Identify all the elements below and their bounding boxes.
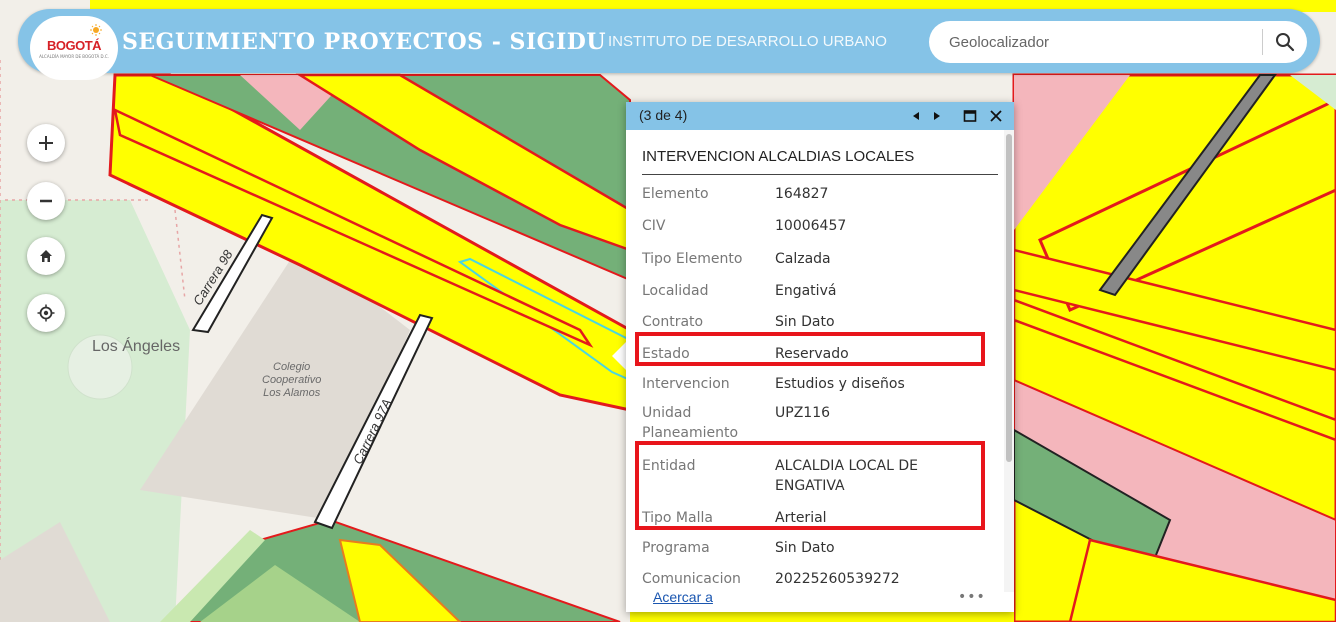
school-label-line1: Colegio (273, 361, 311, 373)
maximize-button[interactable] (963, 107, 977, 125)
search-divider (1262, 29, 1263, 55)
attribute-value: Engativá (775, 283, 837, 299)
search-input[interactable] (949, 29, 1249, 55)
zoom-out-button[interactable] (27, 182, 65, 220)
attribute-key: Tipo Elemento (642, 251, 743, 267)
sun-icon (90, 24, 102, 36)
app-subtitle: INSTITUTO DE DESARROLLO URBANO (608, 33, 887, 50)
previous-feature-button[interactable] (911, 107, 921, 125)
attribute-key: Elemento (642, 186, 709, 202)
zoom-in-button[interactable] (27, 124, 65, 162)
close-button[interactable] (989, 107, 1003, 125)
attribute-key: Programa (642, 540, 710, 556)
popup-feature-count: (3 de 4) (639, 107, 688, 123)
popup-scrollbar-thumb[interactable] (1006, 134, 1012, 462)
triangle-left-icon (913, 112, 919, 120)
attribute-key: Intervencion (642, 376, 730, 392)
app-title: SEGUIMIENTO PROYECTOS - SIGIDU (122, 29, 607, 55)
popup-pointer (612, 342, 626, 370)
school-label: Colegio Cooperativo Los Alamos (262, 361, 321, 400)
attribute-key: Comunicacion (642, 571, 741, 587)
target-icon (37, 304, 55, 322)
attribute-key: CIV (642, 218, 666, 234)
maximize-icon (963, 110, 977, 122)
more-actions-button[interactable]: ••• (958, 589, 986, 605)
logo-subtext: ALCALDÍA MAYOR DE BOGOTÁ D.C. (39, 53, 109, 59)
plus-icon (39, 136, 53, 150)
home-button[interactable] (27, 237, 65, 275)
logo-text: BOGOTÁ (46, 37, 102, 53)
triangle-right-icon (934, 112, 940, 120)
popup-title: INTERVENCION ALCALDIAS LOCALES (642, 148, 998, 175)
zoom-to-link[interactable]: Acercar a (653, 589, 713, 605)
highlight-estado (635, 332, 985, 366)
neighborhood-label: Los Ángeles (92, 338, 181, 355)
attribute-value: Sin Dato (775, 540, 835, 556)
bogota-logo[interactable]: BOGOTÁ ALCALDÍA MAYOR DE BOGOTÁ D.C. (30, 16, 118, 80)
school-label-line2: Cooperativo (262, 374, 322, 386)
attribute-value: 164827 (775, 186, 829, 202)
search-button[interactable] (1269, 27, 1301, 57)
attribute-value: Estudios y diseños (775, 376, 905, 392)
attribute-value: Sin Dato (775, 314, 835, 330)
attribute-key: Contrato (642, 314, 704, 330)
school-label-line3: Los Alamos (263, 387, 321, 399)
attribute-value: UPZ116 (775, 405, 831, 421)
popup-header: (3 de 4) (626, 102, 1014, 130)
close-icon (990, 110, 1002, 122)
attribute-value: Calzada (775, 251, 831, 267)
attribute-key: Unidad Planeamiento (642, 405, 739, 441)
minus-icon (40, 199, 52, 203)
next-feature-button[interactable] (932, 107, 942, 125)
attribute-value: 20225260539272 (775, 571, 900, 587)
search-icon (1276, 33, 1295, 52)
highlight-entidad-tipo-malla (635, 441, 985, 530)
geolocator-search (929, 21, 1307, 63)
locate-button[interactable] (27, 294, 65, 332)
app-header: BOGOTÁ ALCALDÍA MAYOR DE BOGOTÁ D.C. SEG… (18, 9, 1320, 80)
attribute-value: 10006457 (775, 218, 847, 234)
home-icon (40, 250, 52, 262)
attribute-key: Localidad (642, 283, 709, 299)
